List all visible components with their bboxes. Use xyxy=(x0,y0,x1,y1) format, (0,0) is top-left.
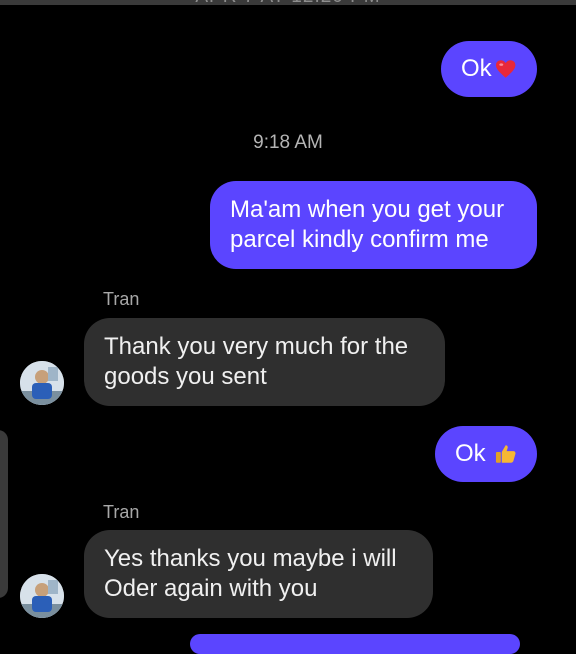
outgoing-message-parcel[interactable]: Ma'am when you get your parcel kindly co… xyxy=(210,181,537,269)
incoming-message-thanks[interactable]: Thank you very much for the goods you se… xyxy=(84,318,445,406)
thumbs-up-icon xyxy=(495,445,516,463)
incoming-message-order-again[interactable]: Yes thanks you maybe i will Oder again w… xyxy=(84,530,433,618)
sender-name: Tran xyxy=(103,502,140,522)
side-edge-panel-handle[interactable] xyxy=(0,430,8,598)
sender-name: Tran xyxy=(103,289,140,309)
message-text: Thank you very much for the goods you se… xyxy=(104,333,409,390)
outgoing-message-ok-heart[interactable]: Ok xyxy=(441,41,537,97)
outgoing-message-ok-thumbs[interactable]: Ok xyxy=(435,426,537,482)
next-outgoing-message-peek xyxy=(190,634,520,654)
clipped-timestamp: APR 7 AT 12:20 PM xyxy=(0,0,576,8)
red-heart-icon xyxy=(495,60,516,78)
message-text: Yes thanks you maybe i will Oder again w… xyxy=(104,545,397,602)
message-text: Ok xyxy=(455,440,486,467)
avatar[interactable] xyxy=(20,574,64,618)
message-text: Ma'am when you get your parcel kindly co… xyxy=(230,196,505,253)
timestamp: 9:18 AM xyxy=(253,132,323,153)
avatar[interactable] xyxy=(20,361,64,405)
message-text: Ok xyxy=(461,55,492,82)
